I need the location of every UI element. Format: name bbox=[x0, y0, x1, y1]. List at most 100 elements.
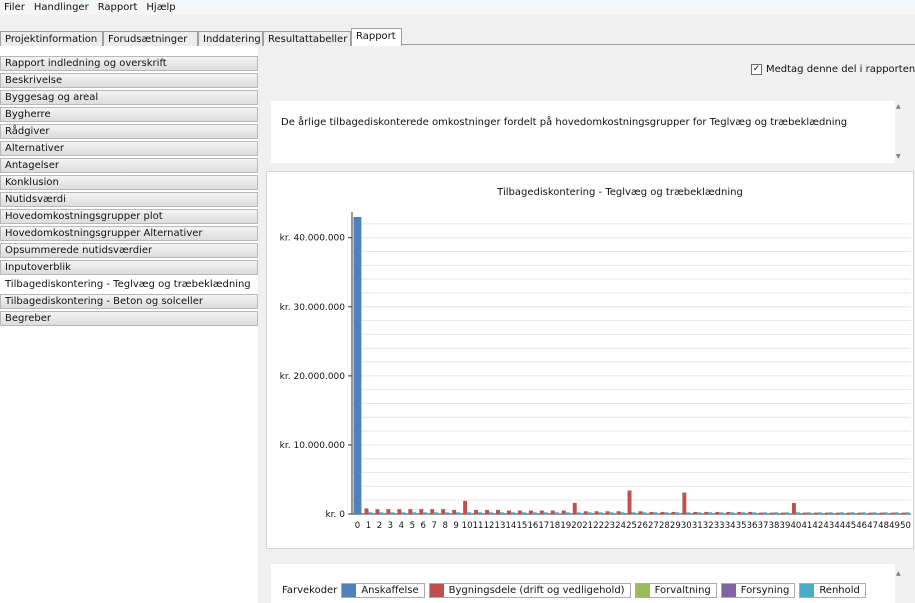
bar bbox=[434, 512, 439, 514]
x-tick-label: 48 bbox=[878, 521, 889, 531]
bar bbox=[521, 512, 526, 514]
bar bbox=[397, 509, 402, 514]
menu-report[interactable]: Rapport bbox=[98, 2, 138, 13]
bar bbox=[594, 511, 599, 514]
sidebar-item-hovedomkostningsgrupper-plot[interactable]: Hovedomkostningsgrupper plot bbox=[0, 209, 258, 224]
legend-item-renhold: Renhold bbox=[799, 583, 866, 598]
x-tick-label: 42 bbox=[812, 521, 823, 531]
sidebar-item-nutidsvaerdi[interactable]: Nutidsværdi bbox=[0, 192, 258, 207]
menu-help[interactable]: Hjælp bbox=[146, 2, 175, 13]
legend-swatch bbox=[342, 584, 357, 597]
bar bbox=[456, 512, 461, 514]
x-tick-label: 43 bbox=[823, 521, 834, 531]
sidebar-item-begreber[interactable]: Begreber bbox=[0, 311, 258, 326]
bar bbox=[364, 508, 369, 514]
bar bbox=[781, 512, 785, 514]
chart-svg: Tilbagediskontering - Teglvæg og træbekl… bbox=[280, 187, 911, 531]
tab-bar: Projektinformation Forudsætninger Inddat… bbox=[0, 15, 915, 48]
bar bbox=[441, 509, 446, 514]
y-tick-label: kr. 0 bbox=[325, 510, 345, 520]
x-tick-label: 49 bbox=[889, 521, 900, 531]
bar bbox=[726, 511, 731, 514]
bar bbox=[795, 512, 800, 514]
bar bbox=[857, 512, 862, 514]
bar bbox=[506, 510, 511, 514]
legend-label: Forvaltning bbox=[654, 585, 711, 596]
menu-file[interactable]: Filer bbox=[4, 2, 25, 13]
x-tick-label: 46 bbox=[856, 521, 867, 531]
x-tick-label: 16 bbox=[527, 521, 538, 531]
scroll-down-icon[interactable]: ▼ bbox=[896, 153, 901, 160]
sidebar-item-antagelser[interactable]: Antagelser bbox=[0, 158, 258, 173]
scroll-up-icon[interactable]: ▲ bbox=[896, 103, 901, 110]
y-tick-label: kr. 10.000.000 bbox=[280, 441, 346, 451]
sidebar-item-alternativer[interactable]: Alternativer bbox=[0, 141, 258, 156]
sidebar-item-bygherre[interactable]: Bygherre bbox=[0, 107, 258, 122]
sidebar-item-opsummerede-nutidsvaerdier[interactable]: Opsummerede nutidsværdier bbox=[0, 243, 258, 258]
x-tick-label: 44 bbox=[834, 521, 845, 531]
bar bbox=[671, 511, 676, 514]
chart-title: Tilbagediskontering - Teglvæg og træbekl… bbox=[496, 187, 743, 198]
x-tick-label: 33 bbox=[714, 521, 725, 531]
description-scrollbar[interactable]: ▲ ▼ bbox=[895, 101, 904, 163]
bar bbox=[682, 492, 687, 514]
bar bbox=[631, 512, 636, 514]
bar bbox=[883, 512, 888, 514]
bar bbox=[583, 511, 588, 514]
legend-label: Renhold bbox=[819, 585, 860, 596]
sidebar-item-indledning[interactable]: Rapport indledning og overskrift bbox=[0, 56, 258, 71]
bar bbox=[872, 512, 877, 514]
sidebar-item-inputoverblik[interactable]: Inputoverblik bbox=[0, 260, 258, 275]
bar bbox=[835, 512, 840, 514]
bar bbox=[401, 512, 406, 514]
bar bbox=[660, 511, 665, 514]
bar bbox=[419, 509, 424, 514]
bar bbox=[806, 512, 811, 514]
x-tick-label: 39 bbox=[780, 521, 791, 531]
menu-actions[interactable]: Handlinger bbox=[34, 2, 89, 13]
bar bbox=[715, 511, 720, 514]
bar bbox=[879, 512, 884, 514]
bar bbox=[467, 512, 472, 514]
x-tick-label: 29 bbox=[670, 521, 681, 531]
x-tick-label: 31 bbox=[692, 521, 703, 531]
sidebar-item-tilbagediskontering-teglvaeg[interactable]: Tilbagediskontering - Teglvæg og træbekl… bbox=[0, 277, 258, 292]
sidebar-item-beskrivelse[interactable]: Beskrivelse bbox=[0, 73, 258, 88]
x-tick-label: 24 bbox=[615, 521, 626, 531]
include-in-report[interactable]: ✓ Medtag denne del i rapporten bbox=[751, 64, 915, 75]
bar bbox=[565, 512, 570, 514]
tab-rapport[interactable]: Rapport bbox=[351, 28, 402, 46]
x-tick-label: 41 bbox=[801, 521, 812, 531]
sidebar-item-raadgiver[interactable]: Rådgiver bbox=[0, 124, 258, 139]
sidebar-item-tilbagediskontering-beton[interactable]: Tilbagediskontering - Beton og solceller bbox=[0, 294, 258, 309]
x-tick-label: 21 bbox=[582, 521, 593, 531]
bar bbox=[609, 512, 614, 514]
sidebar-item-hovedomkostningsgrupper-alternativer[interactable]: Hovedomkostningsgrupper Alternativer bbox=[0, 226, 258, 241]
bar bbox=[353, 217, 362, 514]
bar bbox=[664, 512, 669, 514]
y-tick-label: kr. 20.000.000 bbox=[280, 372, 346, 382]
legend-scrollbar[interactable]: ▲ bbox=[895, 564, 904, 603]
bar bbox=[649, 511, 654, 514]
scroll-up-icon[interactable]: ▲ bbox=[896, 570, 901, 577]
sidebar-item-konklusion[interactable]: Konklusion bbox=[0, 175, 258, 190]
bar bbox=[554, 512, 559, 514]
x-tick-label: 32 bbox=[703, 521, 714, 531]
legend-label: Anskaffelse bbox=[361, 585, 419, 596]
x-tick-label: 2 bbox=[377, 521, 382, 531]
bar bbox=[704, 511, 709, 514]
legend-item-forvaltning: Forvaltning bbox=[634, 583, 717, 598]
x-tick-label: 12 bbox=[484, 521, 495, 531]
x-tick-label: 8 bbox=[442, 521, 447, 531]
include-checkbox[interactable]: ✓ bbox=[751, 64, 762, 75]
x-tick-label: 26 bbox=[637, 521, 648, 531]
sidebar-item-byggesag[interactable]: Byggesag og areal bbox=[0, 90, 258, 105]
legend-item-anskaffelse: Anskaffelse bbox=[341, 583, 425, 598]
bar bbox=[817, 512, 822, 514]
x-tick-label: 22 bbox=[593, 521, 604, 531]
x-tick-label: 1 bbox=[366, 521, 371, 531]
bar bbox=[379, 512, 384, 514]
y-tick-label: kr. 30.000.000 bbox=[280, 303, 346, 313]
x-tick-label: 18 bbox=[549, 521, 560, 531]
x-tick-label: 50 bbox=[900, 521, 911, 531]
